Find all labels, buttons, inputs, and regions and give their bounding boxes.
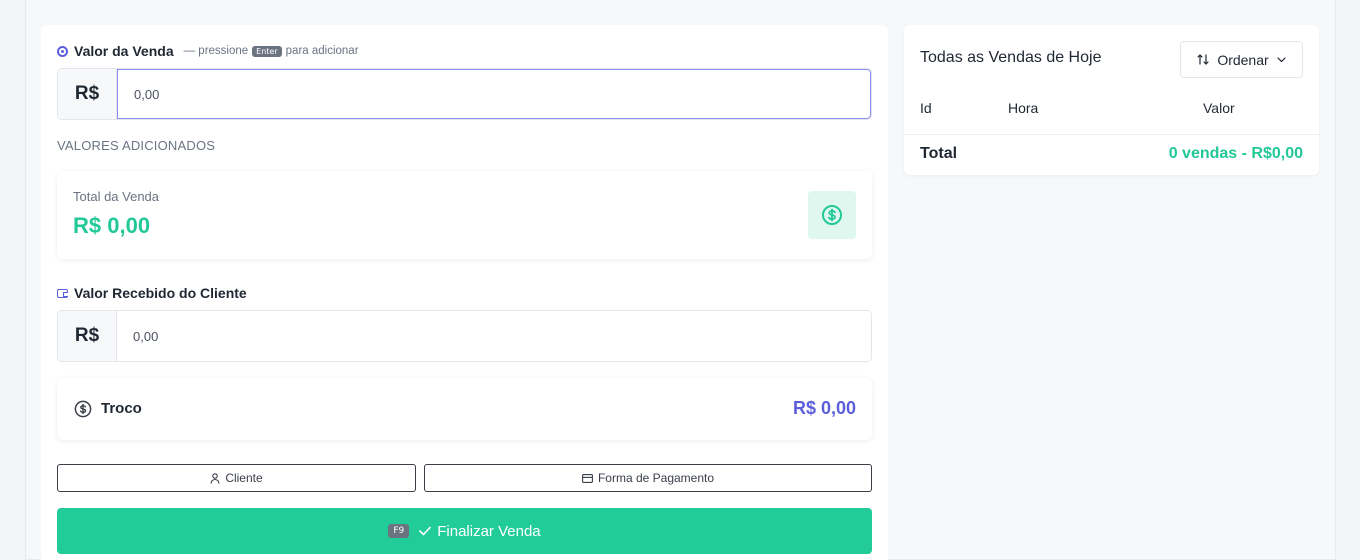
payment-method-button[interactable]: Forma de Pagamento (424, 464, 872, 492)
dollar-circle-icon (808, 191, 856, 239)
user-icon (210, 472, 220, 484)
sales-total-label: Total (920, 145, 958, 162)
client-button[interactable]: Cliente (57, 464, 416, 492)
sale-value-label: Valor da Venda (74, 43, 174, 59)
sort-icon (1197, 54, 1209, 65)
payment-method-label: Forma de Pagamento (597, 471, 715, 485)
sale-total-card: Total da Venda R$ 0,00 (57, 171, 872, 259)
today-sales-panel: Todas as Vendas de Hoje Ordenar Id Hora … (904, 25, 1319, 175)
enter-key-badge: Enter (252, 45, 282, 57)
f9-key-badge: F9 (388, 524, 410, 538)
hint-suffix: para adicionar (285, 45, 359, 57)
sale-total-value: R$ 0,00 (73, 213, 151, 238)
finalize-label: Finalizar Venda (437, 522, 541, 540)
sale-value-input[interactable] (117, 69, 871, 119)
received-label: Valor Recebido do Cliente (74, 285, 247, 301)
target-icon (57, 45, 68, 57)
finalize-content: Finalizar Venda (419, 522, 541, 540)
sale-value-field: R$ (57, 68, 872, 120)
client-button-label: Cliente (225, 471, 263, 485)
coin-icon (74, 400, 92, 423)
card-icon (582, 473, 593, 483)
hint-prefix: — pressione (183, 45, 249, 57)
currency-prefix: R$ (58, 311, 117, 361)
sort-label: Ordenar (1217, 51, 1269, 68)
sales-total-value: 0 vendas - R$0,00 (1168, 145, 1303, 162)
sale-total-label: Total da Venda (73, 189, 160, 204)
table-divider (904, 134, 1319, 135)
added-values-caption: VALORES ADICIONADOS (57, 138, 216, 153)
received-value-input[interactable] (117, 311, 871, 361)
finalize-sale-button[interactable]: F9 Finalizar Venda (57, 508, 872, 554)
change-value: R$ 0,00 (792, 398, 856, 418)
check-icon (419, 526, 432, 536)
column-header-value[interactable]: Valor (1203, 100, 1235, 116)
change-label: Troco (101, 400, 142, 417)
received-value-field: R$ (57, 310, 872, 362)
change-card: Troco R$ 0,00 (57, 378, 872, 440)
wallet-icon (57, 288, 68, 298)
sort-button[interactable]: Ordenar (1180, 41, 1303, 78)
column-header-id[interactable]: Id (920, 100, 932, 116)
received-label-row: Valor Recebido do Cliente (57, 285, 247, 301)
sale-value-label-row: Valor da Venda — pressione Enter para ad… (57, 43, 359, 59)
currency-prefix: R$ (58, 69, 117, 119)
column-header-time[interactable]: Hora (1008, 100, 1038, 116)
enter-hint: — pressione Enter para adicionar (184, 45, 359, 57)
chevron-down-icon (1277, 56, 1286, 62)
today-sales-title: Todas as Vendas de Hoje (920, 49, 1102, 66)
